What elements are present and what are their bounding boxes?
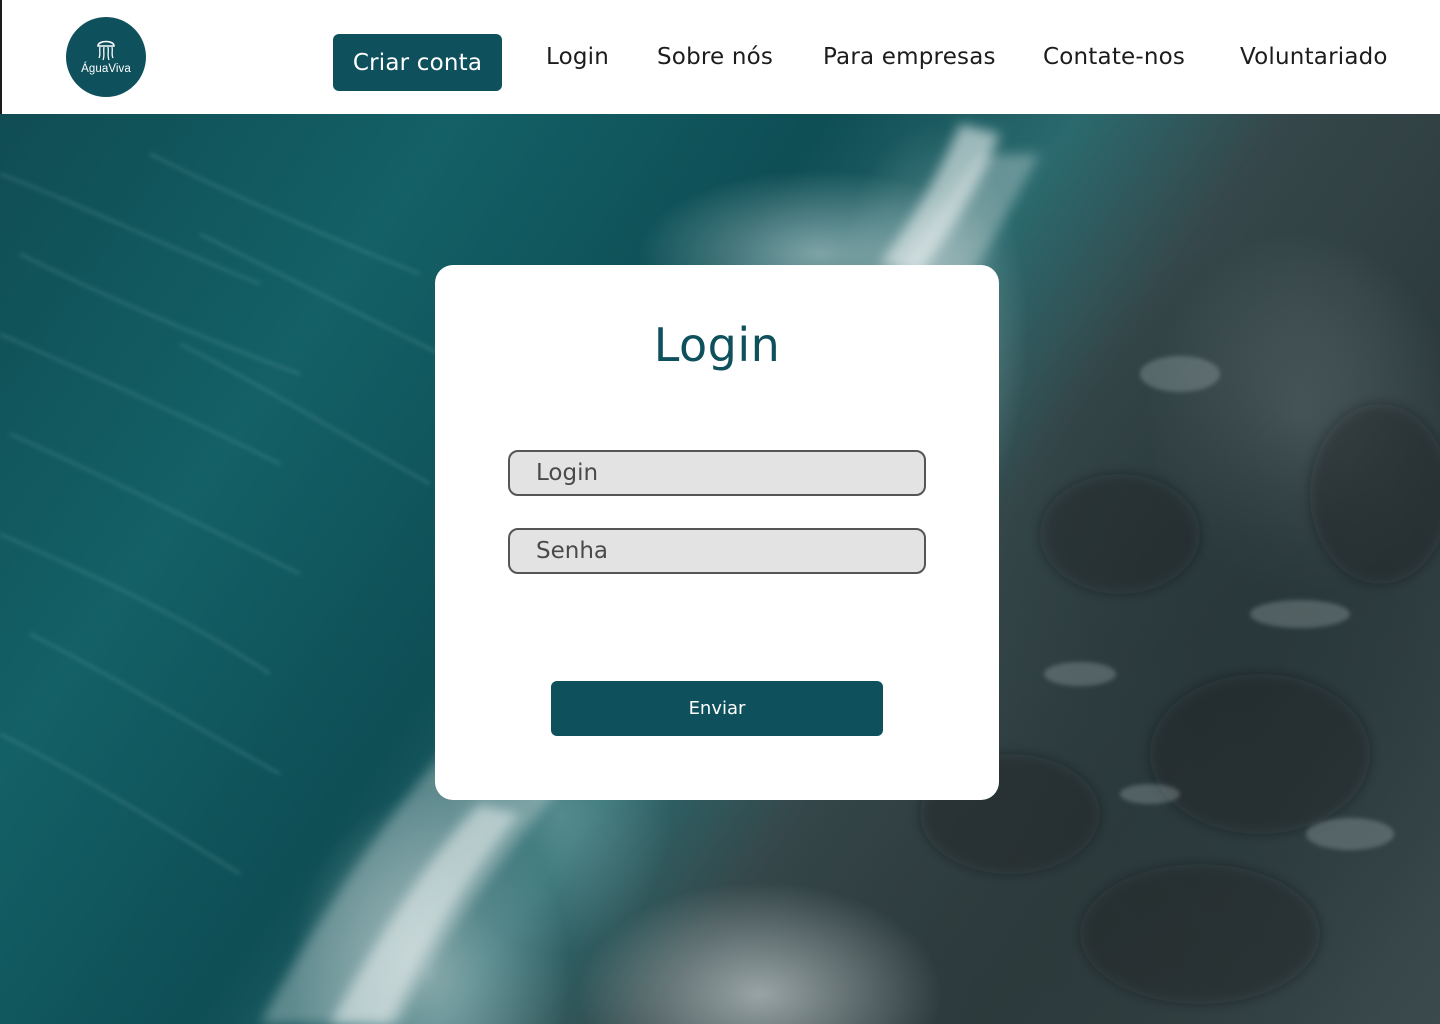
nav-link-about-us[interactable]: Sobre nós <box>657 44 773 70</box>
create-account-button[interactable]: Criar conta <box>333 34 502 91</box>
login-title: Login <box>653 318 781 372</box>
top-navigation-bar: ÁguaViva Criar conta Login Sobre nós Par… <box>0 0 1440 114</box>
brand-logo[interactable]: ÁguaViva <box>66 17 146 97</box>
nav-link-for-companies[interactable]: Para empresas <box>823 44 996 70</box>
brand-name: ÁguaViva <box>81 63 131 75</box>
nav-link-login[interactable]: Login <box>546 44 609 70</box>
submit-button[interactable]: Enviar <box>551 681 883 736</box>
password-input[interactable] <box>508 528 926 574</box>
nav-link-contact-us[interactable]: Contate-nos <box>1043 44 1185 70</box>
jellyfish-icon <box>97 40 115 61</box>
nav-link-volunteering[interactable]: Voluntariado <box>1240 44 1388 70</box>
login-input[interactable] <box>508 450 926 496</box>
